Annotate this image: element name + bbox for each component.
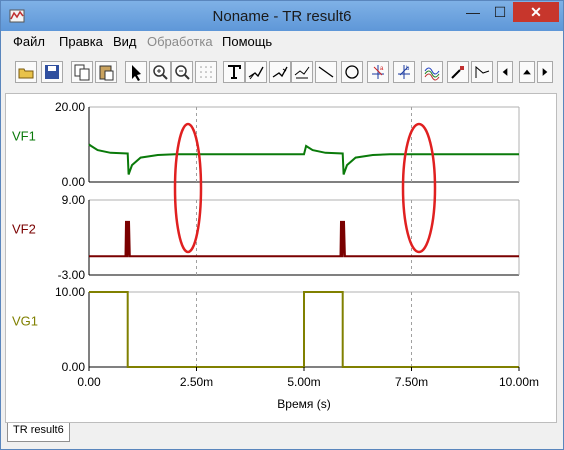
menu-edit[interactable]: Правка bbox=[59, 34, 103, 49]
menu-bar: Файл Правка Вид Обработка Помощь bbox=[1, 31, 563, 52]
ytick-label-top: 9.00 bbox=[62, 193, 86, 207]
menu-file[interactable]: Файл bbox=[13, 34, 45, 49]
pointer-button[interactable] bbox=[125, 61, 147, 83]
add-curves-button[interactable] bbox=[421, 61, 443, 83]
save-button[interactable] bbox=[41, 61, 63, 83]
cursor-measure-button[interactable] bbox=[291, 61, 313, 83]
scroll-right-button[interactable] bbox=[537, 61, 553, 83]
plot-area: 20.00 0.00 VF1 9.00 -3.00 VF2 10.00 0.00 VG1 0.00… bbox=[5, 93, 557, 423]
zoom-in-icon bbox=[153, 65, 168, 80]
scroll-up-button[interactable] bbox=[519, 61, 535, 83]
menu-view[interactable]: Вид bbox=[113, 34, 137, 49]
line-tool-icon bbox=[318, 66, 334, 78]
cursor-b-button[interactable] bbox=[269, 61, 291, 83]
ytick-label-top: 10.00 bbox=[55, 285, 85, 299]
save-icon bbox=[45, 65, 59, 79]
grid-button[interactable] bbox=[195, 61, 217, 83]
cursor-a-marker-icon: a bbox=[372, 65, 384, 79]
scroll-left-icon bbox=[502, 68, 508, 76]
flag-icon bbox=[475, 65, 490, 78]
open-folder-button[interactable] bbox=[15, 61, 37, 83]
ytick-label-bottom: 0.00 bbox=[62, 360, 86, 374]
text-tool-icon bbox=[228, 65, 241, 79]
ytick-label-bottom: 0.00 bbox=[62, 175, 86, 189]
cursor-b-icon bbox=[272, 66, 288, 78]
flag-button[interactable] bbox=[471, 61, 493, 83]
probe-icon bbox=[451, 66, 464, 79]
circle-tool-icon bbox=[345, 65, 359, 79]
series-line-vf1 bbox=[88, 143, 519, 175]
title-bar[interactable]: Noname - TR result6 — ☐ ✕ bbox=[1, 1, 563, 31]
xtick-label: 2.50m bbox=[180, 375, 213, 389]
cursor-measure-icon bbox=[294, 66, 310, 79]
zoom-in-button[interactable] bbox=[149, 61, 171, 83]
cursor-a-marker-button[interactable]: a bbox=[367, 61, 389, 83]
annotation-ellipse-left bbox=[173, 122, 203, 254]
ytick-label-bottom: -3.00 bbox=[58, 268, 86, 282]
add-curves-icon bbox=[424, 67, 440, 81]
xtick-label: 7.50m bbox=[395, 375, 428, 389]
minimize-button[interactable]: — bbox=[459, 2, 487, 22]
tab-strip: TR result6 bbox=[1, 423, 563, 449]
scroll-right-icon bbox=[542, 68, 548, 76]
line-tool-button[interactable] bbox=[315, 61, 337, 83]
svg-text:b: b bbox=[406, 66, 410, 72]
maximize-button[interactable]: ☐ bbox=[487, 2, 513, 22]
xtick-label: 5.00m bbox=[287, 375, 320, 389]
annotation-ellipse-right bbox=[401, 122, 437, 254]
paste-icon bbox=[99, 65, 114, 81]
xtick-label: 0.00 bbox=[77, 375, 101, 389]
xtick-label: 10.00m bbox=[499, 375, 539, 389]
series-line-vf2 bbox=[89, 220, 519, 258]
trace-name-vg1: VG1 bbox=[12, 314, 38, 329]
grid-icon bbox=[200, 66, 212, 78]
cursor-b-marker-icon: b bbox=[398, 65, 410, 79]
cursor-a-icon bbox=[248, 66, 264, 80]
trace-name-vf2: VF2 bbox=[12, 222, 36, 237]
copy-icon bbox=[74, 64, 90, 81]
scroll-up-icon bbox=[523, 69, 531, 75]
text-tool-button[interactable] bbox=[223, 61, 245, 83]
x-axis-label: Время (s) bbox=[277, 397, 330, 411]
tab-tr-result6[interactable]: TR result6 bbox=[7, 423, 70, 442]
close-button[interactable]: ✕ bbox=[513, 2, 559, 22]
scroll-left-button[interactable] bbox=[497, 61, 513, 83]
trace-name-vf1: VF1 bbox=[12, 129, 36, 144]
app-window: Noname - TR result6 — ☐ ✕ Файл Правка Ви… bbox=[0, 0, 564, 450]
svg-text:a: a bbox=[380, 66, 384, 72]
waveform-plot: 20.00 0.00 VF1 9.00 -3.00 VF2 10.00 0.00 VG1 0.00… bbox=[12, 100, 539, 411]
paste-button[interactable] bbox=[95, 61, 117, 83]
probe-button[interactable] bbox=[447, 61, 469, 83]
cursor-a-button[interactable] bbox=[245, 61, 267, 83]
open-folder-icon bbox=[18, 68, 34, 79]
cursor-b-marker-button[interactable]: b bbox=[393, 61, 415, 83]
zoom-out-icon bbox=[175, 65, 190, 80]
copy-button[interactable] bbox=[71, 61, 93, 83]
pointer-icon bbox=[132, 65, 141, 81]
series-line-vg1 bbox=[89, 291, 519, 368]
ytick-label-top: 20.00 bbox=[55, 100, 85, 114]
menu-help[interactable]: Помощь bbox=[222, 34, 272, 49]
circle-tool-button[interactable] bbox=[341, 61, 363, 83]
toolbar: ab bbox=[5, 57, 557, 91]
zoom-out-button[interactable] bbox=[171, 61, 193, 83]
menu-process[interactable]: Обработка bbox=[147, 34, 213, 49]
